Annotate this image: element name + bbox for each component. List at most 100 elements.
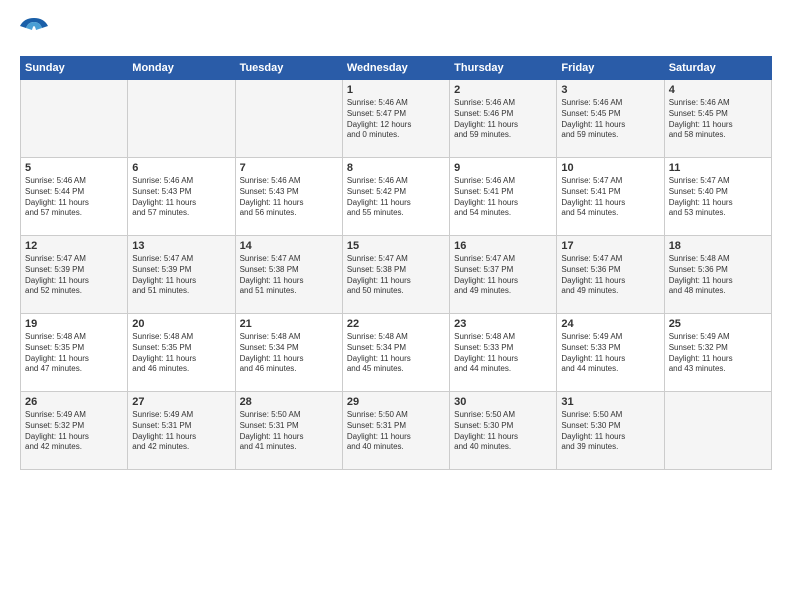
day-number: 13 bbox=[132, 240, 230, 252]
calendar-cell: 19 Sunrise: 5:48 AM Sunset: 5:35 PM Dayli… bbox=[21, 314, 128, 392]
day-info: Sunrise: 5:47 AM Sunset: 5:40 PM Dayligh… bbox=[669, 176, 767, 219]
day-number: 22 bbox=[347, 318, 445, 330]
header-cell: Saturday bbox=[664, 57, 771, 80]
header-cell: Wednesday bbox=[342, 57, 449, 80]
day-info: Sunrise: 5:50 AM Sunset: 5:31 PM Dayligh… bbox=[347, 410, 445, 453]
day-number: 27 bbox=[132, 396, 230, 408]
calendar-cell: 22 Sunrise: 5:48 AM Sunset: 5:34 PM Dayli… bbox=[342, 314, 449, 392]
day-info: Sunrise: 5:46 AM Sunset: 5:45 PM Dayligh… bbox=[561, 98, 659, 141]
day-info: Sunrise: 5:49 AM Sunset: 5:31 PM Dayligh… bbox=[132, 410, 230, 453]
calendar-cell: 21Sunrise: 5:48 AM Sunset: 5:34 PM Dayli… bbox=[235, 314, 342, 392]
day-number: 31 bbox=[561, 396, 659, 408]
day-number: 2 bbox=[454, 84, 552, 96]
day-number: 23 bbox=[454, 318, 552, 330]
calendar-cell: 12 Sunrise: 5:47 AM Sunset: 5:39 PM Dayli… bbox=[21, 236, 128, 314]
calendar-cell: 17 Sunrise: 5:47 AM Sunset: 5:36 PM Dayli… bbox=[557, 236, 664, 314]
calendar-week-row: 12 Sunrise: 5:47 AM Sunset: 5:39 PM Dayli… bbox=[21, 236, 772, 314]
calendar-week-row: 5 Sunrise: 5:46 AM Sunset: 5:44 PM Daylig… bbox=[21, 158, 772, 236]
day-info: Sunrise: 5:49 AM Sunset: 5:32 PM Dayligh… bbox=[25, 410, 123, 453]
day-info: Sunrise: 5:48 AM Sunset: 5:36 PM Dayligh… bbox=[669, 254, 767, 297]
calendar-body: 1Sunrise: 5:46 AM Sunset: 5:47 PM Daylig… bbox=[21, 80, 772, 470]
calendar-cell bbox=[21, 80, 128, 158]
calendar-table: SundayMondayTuesdayWednesdayThursdayFrid… bbox=[20, 56, 772, 470]
calendar-cell bbox=[235, 80, 342, 158]
day-number: 11 bbox=[669, 162, 767, 174]
calendar-cell bbox=[128, 80, 235, 158]
day-number: 26 bbox=[25, 396, 123, 408]
day-info: Sunrise: 5:47 AM Sunset: 5:39 PM Dayligh… bbox=[25, 254, 123, 297]
calendar-cell: 14 Sunrise: 5:47 AM Sunset: 5:38 PM Dayli… bbox=[235, 236, 342, 314]
calendar-cell: 28 Sunrise: 5:50 AM Sunset: 5:31 PM Dayli… bbox=[235, 392, 342, 470]
logo bbox=[20, 18, 52, 46]
day-info: Sunrise: 5:46 AM Sunset: 5:44 PM Dayligh… bbox=[25, 176, 123, 219]
day-number: 17 bbox=[561, 240, 659, 252]
day-number: 8 bbox=[347, 162, 445, 174]
day-info: Sunrise: 5:49 AM Sunset: 5:33 PM Dayligh… bbox=[561, 332, 659, 375]
calendar-cell: 16 Sunrise: 5:47 AM Sunset: 5:37 PM Dayli… bbox=[450, 236, 557, 314]
day-info: Sunrise: 5:47 AM Sunset: 5:37 PM Dayligh… bbox=[454, 254, 552, 297]
day-info: Sunrise: 5:48 AM Sunset: 5:35 PM Dayligh… bbox=[25, 332, 123, 375]
day-info: Sunrise: 5:47 AM Sunset: 5:39 PM Dayligh… bbox=[132, 254, 230, 297]
day-number: 19 bbox=[25, 318, 123, 330]
calendar-cell: 7Sunrise: 5:46 AM Sunset: 5:43 PM Daylig… bbox=[235, 158, 342, 236]
day-number: 24 bbox=[561, 318, 659, 330]
day-number: 29 bbox=[347, 396, 445, 408]
calendar-cell: 31 Sunrise: 5:50 AM Sunset: 5:30 PM Dayli… bbox=[557, 392, 664, 470]
calendar-cell: 29 Sunrise: 5:50 AM Sunset: 5:31 PM Dayli… bbox=[342, 392, 449, 470]
calendar-cell: 1Sunrise: 5:46 AM Sunset: 5:47 PM Daylig… bbox=[342, 80, 449, 158]
calendar-page: SundayMondayTuesdayWednesdayThursdayFrid… bbox=[0, 0, 792, 612]
header bbox=[20, 18, 772, 46]
header-cell: Monday bbox=[128, 57, 235, 80]
day-number: 10 bbox=[561, 162, 659, 174]
day-number: 20 bbox=[132, 318, 230, 330]
header-row: SundayMondayTuesdayWednesdayThursdayFrid… bbox=[21, 57, 772, 80]
calendar-cell: 27 Sunrise: 5:49 AM Sunset: 5:31 PM Dayli… bbox=[128, 392, 235, 470]
calendar-cell: 18 Sunrise: 5:48 AM Sunset: 5:36 PM Dayli… bbox=[664, 236, 771, 314]
day-number: 9 bbox=[454, 162, 552, 174]
calendar-cell: 30Sunrise: 5:50 AM Sunset: 5:30 PM Dayli… bbox=[450, 392, 557, 470]
day-number: 16 bbox=[454, 240, 552, 252]
day-info: Sunrise: 5:50 AM Sunset: 5:31 PM Dayligh… bbox=[240, 410, 338, 453]
calendar-cell: 8Sunrise: 5:46 AM Sunset: 5:42 PM Daylig… bbox=[342, 158, 449, 236]
calendar-cell: 20 Sunrise: 5:48 AM Sunset: 5:35 PM Dayli… bbox=[128, 314, 235, 392]
logo-icon bbox=[20, 18, 48, 46]
day-info: Sunrise: 5:47 AM Sunset: 5:38 PM Dayligh… bbox=[240, 254, 338, 297]
day-info: Sunrise: 5:48 AM Sunset: 5:34 PM Dayligh… bbox=[347, 332, 445, 375]
day-info: Sunrise: 5:48 AM Sunset: 5:35 PM Dayligh… bbox=[132, 332, 230, 375]
day-info: Sunrise: 5:49 AM Sunset: 5:32 PM Dayligh… bbox=[669, 332, 767, 375]
day-info: Sunrise: 5:48 AM Sunset: 5:33 PM Dayligh… bbox=[454, 332, 552, 375]
day-info: Sunrise: 5:46 AM Sunset: 5:43 PM Dayligh… bbox=[132, 176, 230, 219]
calendar-cell: 3Sunrise: 5:46 AM Sunset: 5:45 PM Daylig… bbox=[557, 80, 664, 158]
day-info: Sunrise: 5:46 AM Sunset: 5:45 PM Dayligh… bbox=[669, 98, 767, 141]
calendar-cell: 24 Sunrise: 5:49 AM Sunset: 5:33 PM Dayli… bbox=[557, 314, 664, 392]
header-cell: Tuesday bbox=[235, 57, 342, 80]
day-number: 4 bbox=[669, 84, 767, 96]
day-number: 30 bbox=[454, 396, 552, 408]
day-number: 21 bbox=[240, 318, 338, 330]
day-number: 6 bbox=[132, 162, 230, 174]
day-info: Sunrise: 5:50 AM Sunset: 5:30 PM Dayligh… bbox=[561, 410, 659, 453]
day-info: Sunrise: 5:47 AM Sunset: 5:41 PM Dayligh… bbox=[561, 176, 659, 219]
header-cell: Sunday bbox=[21, 57, 128, 80]
day-number: 18 bbox=[669, 240, 767, 252]
calendar-cell: 15Sunrise: 5:47 AM Sunset: 5:38 PM Dayli… bbox=[342, 236, 449, 314]
calendar-cell: 25 Sunrise: 5:49 AM Sunset: 5:32 PM Dayli… bbox=[664, 314, 771, 392]
calendar-cell: 13 Sunrise: 5:47 AM Sunset: 5:39 PM Dayli… bbox=[128, 236, 235, 314]
day-number: 25 bbox=[669, 318, 767, 330]
day-number: 5 bbox=[25, 162, 123, 174]
day-info: Sunrise: 5:47 AM Sunset: 5:36 PM Dayligh… bbox=[561, 254, 659, 297]
header-cell: Friday bbox=[557, 57, 664, 80]
day-number: 7 bbox=[240, 162, 338, 174]
day-number: 12 bbox=[25, 240, 123, 252]
calendar-cell: 5 Sunrise: 5:46 AM Sunset: 5:44 PM Daylig… bbox=[21, 158, 128, 236]
day-info: Sunrise: 5:47 AM Sunset: 5:38 PM Dayligh… bbox=[347, 254, 445, 297]
day-number: 14 bbox=[240, 240, 338, 252]
day-number: 28 bbox=[240, 396, 338, 408]
calendar-cell: 10 Sunrise: 5:47 AM Sunset: 5:41 PM Dayli… bbox=[557, 158, 664, 236]
calendar-cell bbox=[664, 392, 771, 470]
calendar-header: SundayMondayTuesdayWednesdayThursdayFrid… bbox=[21, 57, 772, 80]
day-info: Sunrise: 5:46 AM Sunset: 5:47 PM Dayligh… bbox=[347, 98, 445, 141]
calendar-cell: 9Sunrise: 5:46 AM Sunset: 5:41 PM Daylig… bbox=[450, 158, 557, 236]
calendar-cell: 6 Sunrise: 5:46 AM Sunset: 5:43 PM Daylig… bbox=[128, 158, 235, 236]
calendar-cell: 11 Sunrise: 5:47 AM Sunset: 5:40 PM Dayli… bbox=[664, 158, 771, 236]
